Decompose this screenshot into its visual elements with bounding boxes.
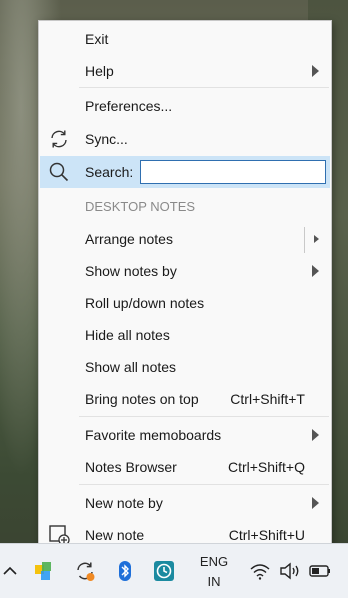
menu-item-sync[interactable]: Sync... bbox=[39, 123, 331, 155]
submenu-arrow-icon bbox=[312, 497, 319, 509]
menu-item-label: New note bbox=[85, 527, 145, 543]
timer-app-icon[interactable] bbox=[152, 559, 176, 583]
menu-item-show-all-notes[interactable]: Show all notes bbox=[39, 351, 331, 383]
menu-item-label: Favorite memoboards bbox=[85, 427, 222, 443]
section-header-label: DESKTOP NOTES bbox=[85, 199, 196, 214]
menu-item-label: Sync... bbox=[85, 131, 128, 147]
search-icon bbox=[47, 160, 71, 184]
search-label: Search: bbox=[85, 164, 134, 180]
shortcut-text: Ctrl+Shift+Q bbox=[227, 459, 305, 475]
submenu-arrow-icon bbox=[312, 65, 319, 77]
menu-item-label: Show notes by bbox=[85, 263, 177, 279]
menu-item-notes-browser[interactable]: Notes Browser Ctrl+Shift+Q bbox=[39, 451, 331, 483]
menu-item-label: Help bbox=[85, 63, 114, 79]
menu-item-new-note-by[interactable]: New note by bbox=[39, 487, 331, 519]
menu-item-label: Arrange notes bbox=[85, 231, 173, 247]
menu-separator bbox=[79, 416, 329, 417]
language-indicator-bottom[interactable]: IN bbox=[199, 574, 229, 589]
wifi-icon[interactable] bbox=[248, 559, 272, 583]
section-header-desktop-notes: DESKTOP NOTES bbox=[39, 191, 331, 223]
menu-item-label: Notes Browser bbox=[85, 459, 177, 475]
menu-item-bring-notes-on-top[interactable]: Bring notes on top Ctrl+Shift+T bbox=[39, 383, 331, 415]
menu-item-label: Bring notes on top bbox=[85, 391, 199, 407]
menu-item-search[interactable]: Search: bbox=[40, 156, 330, 188]
menu-item-label: Hide all notes bbox=[85, 327, 170, 343]
menu-item-help[interactable]: Help bbox=[39, 55, 331, 87]
volume-icon[interactable] bbox=[278, 559, 302, 583]
shortcut-text: Ctrl+Shift+U bbox=[228, 527, 305, 543]
menu-separator bbox=[79, 484, 329, 485]
sync-icon bbox=[47, 127, 71, 151]
sync-app-icon[interactable] bbox=[73, 559, 97, 583]
menu-item-hide-all-notes[interactable]: Hide all notes bbox=[39, 319, 331, 351]
search-input[interactable] bbox=[140, 160, 326, 184]
menu-separator bbox=[79, 87, 329, 88]
taskbar: ENG IN bbox=[0, 543, 348, 598]
menu-item-roll-up-down[interactable]: Roll up/down notes bbox=[39, 287, 331, 319]
menu-item-label: Roll up/down notes bbox=[85, 295, 205, 311]
language-indicator-top[interactable]: ENG bbox=[199, 554, 229, 569]
menu-item-show-notes-by[interactable]: Show notes by bbox=[39, 255, 331, 287]
menu-item-arrange-notes[interactable]: Arrange notes bbox=[39, 223, 331, 255]
menu-item-label: Exit bbox=[85, 31, 109, 47]
chevron-up-icon[interactable] bbox=[0, 559, 22, 583]
submenu-arrow-icon[interactable] bbox=[314, 235, 319, 243]
menu-item-label: New note by bbox=[85, 495, 163, 511]
menu-item-favorite-memoboards[interactable]: Favorite memoboards bbox=[39, 419, 331, 451]
menu-item-label: Preferences... bbox=[85, 98, 173, 114]
menu-item-preferences[interactable]: Preferences... bbox=[39, 90, 331, 122]
app-tiles-icon[interactable] bbox=[32, 559, 56, 583]
menu-item-exit[interactable]: Exit bbox=[39, 23, 331, 55]
submenu-arrow-icon bbox=[312, 265, 319, 277]
battery-icon[interactable] bbox=[308, 559, 332, 583]
context-menu: Exit Help Preferences... Sync... Search: bbox=[38, 20, 332, 552]
bluetooth-icon[interactable] bbox=[113, 559, 137, 583]
split-divider bbox=[304, 227, 305, 253]
submenu-arrow-icon bbox=[312, 429, 319, 441]
shortcut-text: Ctrl+Shift+T bbox=[230, 391, 305, 407]
menu-item-label: Show all notes bbox=[85, 359, 177, 375]
